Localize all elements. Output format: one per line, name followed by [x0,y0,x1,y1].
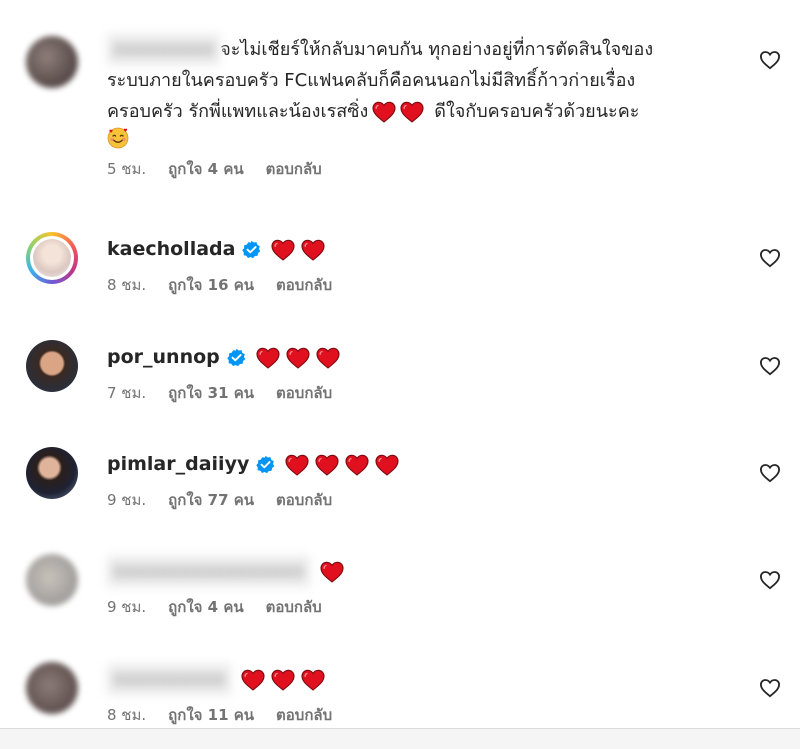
comment-line: kaechollada [107,234,720,265]
heart-outline-icon[interactable] [759,50,781,70]
red-heart-icon [301,669,325,691]
reply-button[interactable]: ตอบกลับ [276,488,332,512]
like-count[interactable]: ถูกใจ 4 คน [168,595,243,619]
username[interactable]: xxxxxxxxxx [107,664,232,695]
red-heart-icon [375,454,399,476]
verified-badge-icon [242,240,261,259]
comment-text: ครอบครัว รักพี่แพทและน้องเรสซิ่ง [107,101,369,122]
heart-outline-icon[interactable] [759,248,781,268]
comment-line: pimlar_daiiyy [107,449,720,480]
username[interactable]: xxxxxxxxxxxxxxxxx [107,556,311,587]
comment-line: ครอบครัว รักพี่แพทและน้องเรสซิ่ง ดีใจกับ… [107,96,720,127]
avatar[interactable] [26,232,78,284]
comment-text: ดีใจกับครอบครัวด้วยนะคะ [434,101,640,122]
comment-line: por_unnop [107,342,720,373]
comment-time[interactable]: 9 ชม. [107,595,146,619]
like-count[interactable]: ถูกใจ 77 คน [168,488,254,512]
red-heart-icon [286,347,310,369]
avatar[interactable] [26,447,78,499]
red-heart-icon [345,454,369,476]
comment-body: kaechollada 8 ชม. ถูกใจ 16 คน ตอบกลับ [107,234,720,297]
username[interactable]: por_unnop [107,342,220,373]
heart-emojis [256,347,340,369]
comment-item: xxxxxxxxxxxxxxxxx 9 ชม. ถูกใจ 4 คน ตอบกล… [0,554,800,634]
username[interactable]: kaechollada [107,234,235,265]
heart-emojis [285,454,399,476]
red-heart-icon [320,561,344,583]
comment-body: xxxxxxxxxxxxxxxxx 9 ชม. ถูกใจ 4 คน ตอบกล… [107,556,720,619]
comment-item: por_unnop 7 ชม. ถูกใจ 31 คน ตอบกลับ [0,340,800,420]
smiling-face-with-hearts-icon [107,127,129,149]
red-heart-icon [301,239,325,261]
comment-text: จะไม่เชียร์ให้กลับมาคบกัน ทุกอย่างอยู่ที… [220,39,654,60]
username[interactable]: pimlar_daiiyy [107,449,249,480]
heart-emojis [320,561,344,583]
reply-button[interactable]: ตอบกลับ [276,381,332,405]
like-count[interactable]: ถูกใจ 11 คน [168,703,254,727]
comment-time[interactable]: 8 ชม. [107,703,146,727]
comment-body: xxxxxxxxxx 8 ชม. ถูกใจ 11 คน ตอบกลับ [107,664,720,727]
comment-item: pimlar_daiiyy 9 ชม. ถูกใจ 77 คน ตอบกลับ [0,447,800,527]
red-heart-icon [372,101,396,123]
red-heart-icon [400,101,424,123]
reply-button[interactable]: ตอบกลับ [276,703,332,727]
red-heart-icon [241,669,265,691]
red-heart-icon [271,669,295,691]
avatar[interactable] [26,340,78,392]
comment-meta: 9 ชม. ถูกใจ 4 คน ตอบกลับ [107,595,720,619]
red-heart-icon [271,239,295,261]
comment-item: xxxxxxxxxx 8 ชม. ถูกใจ 11 คน ตอบกลับ [0,662,800,728]
comment-item: kaechollada 8 ชม. ถูกใจ 16 คน ตอบกลับ [0,232,800,312]
comment-item: xxxxxxxxx จะไม่เชียร์ให้กลับมาคบกัน ทุกอ… [0,30,800,200]
like-count[interactable]: ถูกใจ 31 คน [168,381,254,405]
heart-emojis [271,239,325,261]
red-heart-icon [316,347,340,369]
comment-meta: 8 ชม. ถูกใจ 11 คน ตอบกลับ [107,703,720,727]
heart-emojis [241,669,325,691]
like-count[interactable]: ถูกใจ 4 คน [168,157,243,181]
avatar[interactable] [26,662,78,714]
comment-line [107,127,720,149]
comment-time[interactable]: 5 ชม. [107,157,146,181]
comment-body: por_unnop 7 ชม. ถูกใจ 31 คน ตอบกลับ [107,342,720,405]
comment-meta: 5 ชม. ถูกใจ 4 คน ตอบกลับ [107,157,720,181]
comment-line: ระบบภายในครอบครัว FCแฟนคลับก็คือคนนอกไม่… [107,65,720,96]
avatar[interactable] [26,554,78,606]
reply-button[interactable]: ตอบกลับ [266,157,322,181]
comment-time[interactable]: 8 ชม. [107,273,146,297]
comment-meta: 9 ชม. ถูกใจ 77 คน ตอบกลับ [107,488,720,512]
comment-body: pimlar_daiiyy 9 ชม. ถูกใจ 77 คน ตอบกลับ [107,449,720,512]
red-heart-icon [285,454,309,476]
comment-time[interactable]: 7 ชม. [107,381,146,405]
reply-button[interactable]: ตอบกลับ [266,595,322,619]
heart-outline-icon[interactable] [759,570,781,590]
comment-time[interactable]: 9 ชม. [107,488,146,512]
comment-line: xxxxxxxxx จะไม่เชียร์ให้กลับมาคบกัน ทุกอ… [107,34,720,65]
bottom-bar [0,728,800,749]
red-heart-icon [315,454,339,476]
verified-badge-icon [227,348,246,367]
comment-line: xxxxxxxxxx [107,664,720,695]
heart-emojis [372,101,424,123]
verified-badge-icon [256,455,275,474]
comment-meta: 8 ชม. ถูกใจ 16 คน ตอบกลับ [107,273,720,297]
username[interactable]: xxxxxxxxx [107,34,221,65]
red-heart-icon [256,347,280,369]
like-count[interactable]: ถูกใจ 16 คน [168,273,254,297]
comments-list: xxxxxxxxx จะไม่เชียร์ให้กลับมาคบกัน ทุกอ… [0,0,800,728]
heart-outline-icon[interactable] [759,678,781,698]
heart-outline-icon[interactable] [759,356,781,376]
reply-button[interactable]: ตอบกลับ [276,273,332,297]
comment-line: xxxxxxxxxxxxxxxxx [107,556,720,587]
comment-meta: 7 ชม. ถูกใจ 31 คน ตอบกลับ [107,381,720,405]
comment-text: ระบบภายในครอบครัว FCแฟนคลับก็คือคนนอกไม่… [107,70,636,91]
avatar[interactable] [26,36,78,88]
comment-body: xxxxxxxxx จะไม่เชียร์ให้กลับมาคบกัน ทุกอ… [107,34,720,181]
heart-outline-icon[interactable] [759,463,781,483]
